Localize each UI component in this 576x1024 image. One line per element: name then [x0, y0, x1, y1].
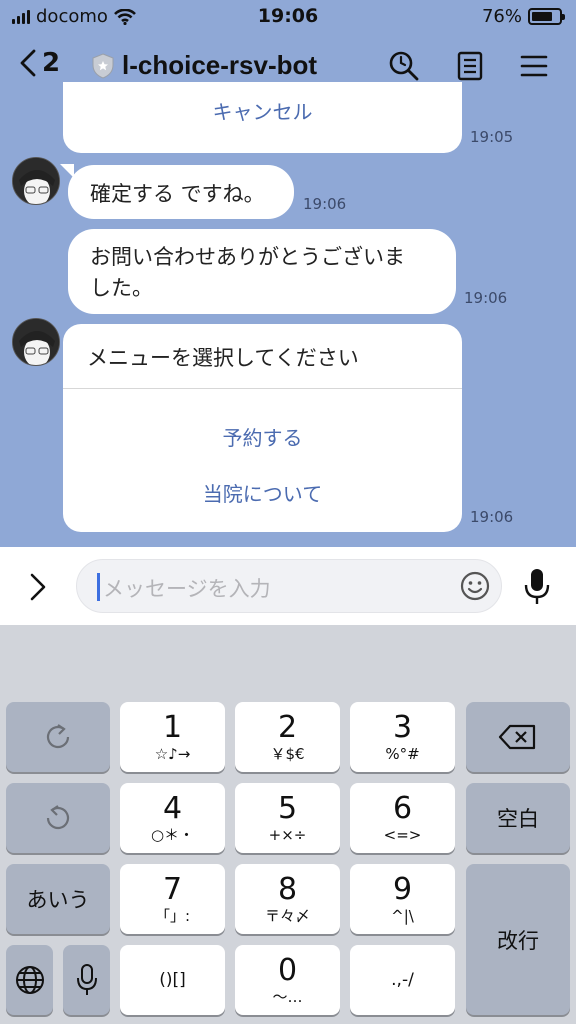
key-label: ()[]: [159, 970, 186, 990]
key-sub-label: ^|\: [391, 907, 414, 925]
key-main-label: 7: [162, 872, 183, 907]
backspace-icon: [498, 724, 536, 750]
enter-key[interactable]: 改行: [466, 864, 570, 1015]
kana-mode-key[interactable]: あいう: [6, 864, 110, 934]
key-main-label: 0: [277, 953, 298, 988]
key-label: あいう: [26, 888, 90, 912]
divider: [63, 388, 462, 389]
cancel-action[interactable]: キャンセル: [63, 96, 462, 125]
brackets-key[interactable]: ()[]: [120, 945, 225, 1015]
key-main-label: 4: [162, 791, 183, 826]
key-4[interactable]: 4 ○＊・: [120, 783, 225, 853]
key-8[interactable]: 8 〒々〆: [235, 864, 340, 934]
dictation-key[interactable]: [63, 945, 110, 1015]
unread-count: 2: [42, 48, 61, 78]
key-main-label: 1: [162, 710, 183, 745]
microphone-icon[interactable]: [522, 567, 552, 607]
chat-title: l-choice-rsv-bot: [122, 50, 318, 80]
notes-icon[interactable]: [454, 50, 486, 82]
status-bar: docomo 19:06 76%: [0, 0, 576, 32]
globe-key[interactable]: [6, 945, 53, 1015]
keyboard: 1 ☆♪→ 2 ￥$€ 3 %°# 4 ○＊・ 5 +×÷ 6 <=> 空白 あ…: [0, 625, 576, 1024]
key-sub-label: ☆♪→: [154, 745, 191, 763]
battery-icon: [528, 8, 565, 25]
bot-avatar[interactable]: [12, 318, 60, 366]
key-label: 改行: [497, 928, 539, 953]
message-time: 19:06: [303, 195, 347, 213]
key-main-label: 8: [277, 872, 298, 907]
key-main-label: 6: [392, 791, 413, 826]
key-sub-label: +×÷: [268, 826, 307, 844]
message-bubble: お問い合わせありがとうございま した。: [68, 229, 456, 314]
message-input[interactable]: メッセージを入力: [76, 559, 502, 613]
chat-area: docomo 19:06 76% 2 l-choice-rsv-bot キャンセ…: [0, 0, 576, 547]
bot-avatar[interactable]: [12, 157, 60, 205]
emoji-icon[interactable]: [459, 570, 491, 602]
key-main-label: 5: [277, 791, 298, 826]
key-main-label: 2: [277, 710, 298, 745]
message-text: した。: [90, 276, 153, 300]
chevron-left-icon: [20, 49, 36, 77]
redo-icon: [46, 724, 70, 749]
key-label: .,-/: [391, 970, 414, 990]
key-9[interactable]: 9 ^|\: [350, 864, 455, 934]
key-sub-label: 「」:: [154, 907, 191, 925]
globe-icon: [15, 966, 44, 994]
message-bubble: 確定する ですね。: [68, 165, 294, 219]
message-text: お問い合わせありがとうございま: [90, 245, 405, 269]
reserve-action[interactable]: 予約する: [63, 422, 462, 451]
key-sub-label: 〒々〆: [264, 907, 310, 925]
delete-key[interactable]: [466, 702, 570, 772]
battery-percent: 76%: [481, 6, 522, 27]
bubble-tail: [60, 164, 74, 178]
key-sub-label: ￥$€: [270, 745, 305, 763]
punctuation-key[interactable]: .,-/: [350, 945, 455, 1015]
message-input-bar: メッセージを入力: [0, 547, 576, 625]
key-7[interactable]: 7 「」:: [120, 864, 225, 934]
microphone-icon: [76, 964, 97, 995]
message-time: 19:06: [464, 289, 508, 307]
key-sub-label: ○＊・: [150, 826, 195, 844]
key-1[interactable]: 1 ☆♪→: [120, 702, 225, 772]
undo-icon: [46, 805, 70, 830]
menu-icon[interactable]: [518, 50, 550, 82]
key-2[interactable]: 2 ￥$€: [235, 702, 340, 772]
previous-template-bubble: キャンセル: [63, 82, 462, 153]
message-time: 19:05: [470, 128, 514, 146]
redo-key[interactable]: [6, 702, 110, 772]
key-main-label: 9: [392, 872, 413, 907]
menu-template-card: メニューを選択してください 予約する 当院について: [63, 324, 462, 532]
key-0[interactable]: 0 〜…: [235, 945, 340, 1015]
key-sub-label: %°#: [385, 745, 420, 763]
key-sub-label: <=>: [383, 826, 422, 844]
back-button[interactable]: 2: [18, 48, 60, 78]
menu-title: メニューを選択してください: [87, 346, 359, 370]
about-clinic-action[interactable]: 当院について: [63, 478, 462, 507]
space-key[interactable]: 空白: [466, 783, 570, 853]
message-time: 19:06: [470, 508, 514, 526]
search-icon[interactable]: [388, 50, 420, 82]
undo-key[interactable]: [6, 783, 110, 853]
shield-icon: [92, 52, 114, 79]
key-main-label: 3: [392, 710, 413, 745]
key-3[interactable]: 3 %°#: [350, 702, 455, 772]
key-6[interactable]: 6 <=>: [350, 783, 455, 853]
input-placeholder: メッセージを入力: [103, 577, 271, 601]
chevron-right-icon[interactable]: [26, 571, 50, 603]
key-5[interactable]: 5 +×÷: [235, 783, 340, 853]
text-caret: [97, 573, 100, 601]
message-text: 確定する ですね。: [90, 182, 265, 206]
key-label: 空白: [497, 807, 539, 831]
key-sub-label: 〜…: [272, 988, 303, 1006]
